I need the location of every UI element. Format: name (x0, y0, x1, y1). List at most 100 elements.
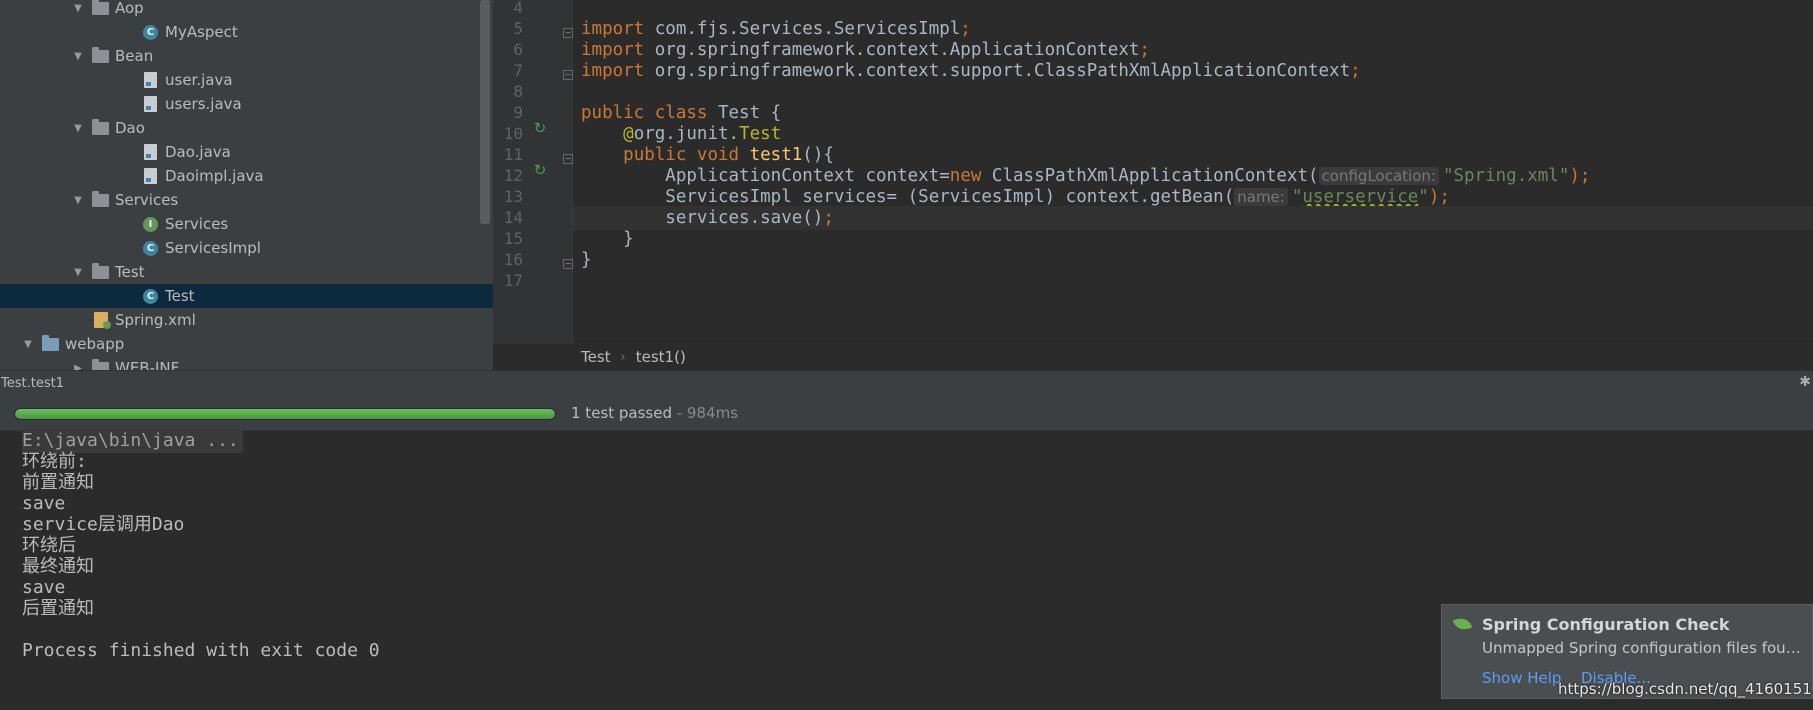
keyword: public void (623, 145, 740, 165)
console-line: Process finished with exit code 0 (22, 640, 380, 661)
fold-marker[interactable]: − (563, 259, 573, 269)
tree-item[interactable]: I Services (0, 212, 493, 236)
tree-item[interactable]: C ServicesImpl (0, 236, 493, 260)
tree-item-label: Spring.xml (115, 311, 196, 329)
expand-arrow-down-icon[interactable]: ▼ (72, 3, 84, 14)
code-text: ServicesImpl services= (ServicesImpl) co… (665, 187, 1235, 207)
tree-item[interactable]: C MyAspect (0, 20, 493, 44)
breadcrumb-separator-icon: › (620, 349, 626, 365)
code-line-16[interactable]: } (581, 248, 592, 272)
fold-marker[interactable]: − (563, 154, 573, 164)
tree-item-label: Test (165, 287, 195, 305)
fold-marker[interactable]: − (563, 70, 573, 80)
java-class-icon: C (142, 24, 159, 40)
tree-item[interactable]: ▶ WEB-INF (0, 356, 493, 370)
run-test-method-icon[interactable]: ↻ (531, 161, 549, 179)
expand-arrow-down-icon[interactable]: ▼ (72, 195, 84, 206)
fold-marker[interactable]: − (563, 28, 573, 38)
tree-item[interactable]: user.java (0, 68, 493, 92)
test-result-label: 1 test passed (571, 404, 672, 422)
string-quote: " (1418, 187, 1429, 207)
expand-arrow-down-icon[interactable]: ▼ (22, 339, 34, 350)
run-panel-header: Test.test1 ✱ (0, 370, 1813, 395)
expand-arrow-down-icon[interactable]: ▼ (72, 267, 84, 278)
tree-item-label: Services (115, 191, 179, 209)
java-interface-icon: I (142, 216, 159, 232)
tree-item[interactable]: C Test (0, 284, 493, 308)
run-test-class-icon[interactable]: ↻ (531, 119, 549, 137)
method-name: test1 (749, 145, 803, 165)
breadcrumb-method[interactable]: test1() (636, 348, 686, 366)
gear-icon[interactable]: ✱ (1799, 374, 1811, 390)
tree-item-label: Bean (115, 47, 154, 65)
code-text: org.springframework.context.ApplicationC… (644, 40, 1140, 60)
breadcrumb-class[interactable]: Test (581, 348, 611, 366)
run-config-title[interactable]: Test.test1 (1, 376, 64, 391)
tree-item-label: users.java (165, 95, 242, 113)
console-line: 后置通知 (22, 598, 94, 619)
tree-item[interactable]: ▼ webapp (0, 332, 493, 356)
keyword: import (581, 61, 645, 81)
tree-item-label: MyAspect (165, 23, 238, 41)
package-folder-icon (92, 0, 109, 16)
java-file-icon (142, 168, 159, 184)
test-progress-fill (15, 409, 555, 419)
code-text: } (623, 229, 634, 249)
project-tree[interactable]: ▼ Aop C MyAspect ▼ Bean user.java users.java ▼ Da… (0, 0, 493, 370)
keyword: new (949, 166, 982, 186)
code-editor[interactable]: 4 5 6 7 8 9 10 11 12 13 14 15 16 17 − − … (493, 0, 1813, 343)
semicolon: ; (823, 208, 834, 228)
tree-item-label: Services (165, 215, 229, 233)
tree-item[interactable]: Dao.java (0, 140, 493, 164)
code-line-7[interactable]: import org.springframework.context.suppo… (581, 59, 1361, 83)
tree-item[interactable]: ▼ Aop (0, 0, 493, 20)
show-help-link[interactable]: Show Help (1482, 669, 1561, 687)
annotation-name: Test (739, 124, 782, 144)
expand-arrow-down-icon[interactable]: ▼ (72, 123, 84, 134)
java-class-icon: C (142, 240, 159, 256)
code-text: ClassPathXmlApplicationContext( (981, 166, 1319, 186)
code-text: (){ (802, 145, 834, 165)
semicolon: ; (1350, 61, 1361, 81)
parameter-hint: configLocation: (1318, 167, 1439, 185)
test-duration: - 984ms (671, 404, 738, 422)
tree-item-label: Aop (115, 0, 144, 17)
spring-leaf-icon (1452, 616, 1473, 632)
line-number: 17 (503, 271, 523, 290)
tree-item[interactable]: Daoimpl.java (0, 164, 493, 188)
tree-item[interactable]: ▼ Services (0, 188, 493, 212)
expand-arrow-right-icon[interactable]: ▶ (72, 363, 84, 371)
tree-item-label: Dao.java (165, 143, 231, 161)
xml-file-icon (92, 312, 111, 329)
tree-item[interactable]: ▼ Test (0, 260, 493, 284)
keyword: public class (581, 103, 708, 123)
tree-item-label: Test (115, 263, 145, 281)
expand-arrow-down-icon[interactable]: ▼ (72, 51, 84, 62)
java-file-icon (142, 72, 159, 88)
java-class-icon: C (142, 288, 159, 304)
tree-scrollbar[interactable] (480, 0, 490, 224)
test-result-text: 1 test passed - 984ms (571, 404, 738, 422)
tree-item-label: user.java (165, 71, 233, 89)
package-folder-icon (92, 46, 109, 64)
tree-item-label: ServicesImpl (165, 239, 261, 257)
tree-item[interactable]: Spring.xml (0, 308, 493, 332)
string-quote: " (1291, 187, 1303, 207)
keyword: import (581, 40, 645, 60)
code-text: org.springframework.context.support.Clas… (644, 61, 1351, 81)
parameter-hint: name: (1234, 188, 1288, 206)
keyword: import (581, 19, 645, 39)
editor-breadcrumb: Test › test1() (493, 343, 1813, 370)
code-text: com.fjs.Services.ServicesImpl (644, 19, 961, 39)
tree-item[interactable]: users.java (0, 92, 493, 116)
package-folder-icon (92, 118, 109, 136)
semicolon: ; (960, 19, 971, 39)
tree-item[interactable]: ▼ Bean (0, 44, 493, 68)
tree-item[interactable]: ▼ Dao (0, 116, 493, 140)
code-line-14[interactable]: services.save(); (573, 206, 1813, 230)
annotation-symbol: @ (623, 124, 634, 144)
code-end: ); (1569, 166, 1591, 186)
package-folder-icon (92, 190, 109, 208)
web-folder-icon (42, 334, 59, 352)
test-status-bar: 1 test passed - 984ms (0, 395, 1813, 431)
